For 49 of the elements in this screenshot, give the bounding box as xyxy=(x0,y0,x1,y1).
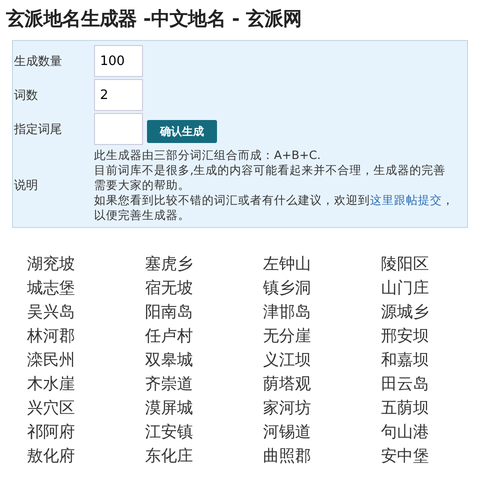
page-title: 玄派地名生成器 -中文地名 - 玄派网 xyxy=(6,7,303,32)
place-name: 木水崖 xyxy=(27,374,76,394)
place-name: 林河郡 xyxy=(27,326,76,346)
input-field[interactable] xyxy=(94,113,143,145)
place-name: 左钟山 xyxy=(263,254,312,274)
place-name: 源城乡 xyxy=(381,302,430,322)
place-name: 吴兴岛 xyxy=(27,302,76,322)
input-field[interactable]: 2 xyxy=(94,79,143,111)
place-name: 任卢村 xyxy=(145,326,194,346)
field-label: 词数 xyxy=(13,86,39,104)
place-name: 阳南岛 xyxy=(145,302,194,322)
place-name: 邢安坝 xyxy=(381,326,430,346)
place-name: 漠屏城 xyxy=(145,398,194,418)
place-name: 义江坝 xyxy=(263,350,312,370)
place-name: 句山港 xyxy=(381,422,430,442)
place-name: 家河坊 xyxy=(263,398,312,418)
field-label: 生成数量 xyxy=(13,52,63,70)
reply-link[interactable]: 这里跟帖提交 xyxy=(370,193,442,207)
place-name: 滦民州 xyxy=(27,350,76,370)
place-name: 五荫坝 xyxy=(381,398,430,418)
place-name: 和嘉坝 xyxy=(381,350,430,370)
note-text: 如果您看到比较不错的词汇或者有什么建议，欢迎到这里跟帖提交，以便完善生成器。 xyxy=(94,193,454,223)
place-name: 齐崇道 xyxy=(145,374,194,394)
place-name: 荫塔观 xyxy=(263,374,312,394)
place-name: 田云岛 xyxy=(381,374,430,394)
input-field[interactable]: 100 xyxy=(94,45,143,77)
place-name: 东化庄 xyxy=(145,446,194,466)
place-name: 宿无坡 xyxy=(145,278,194,298)
note-text: 此生成器由三部分词汇组合而成：A+B+C. xyxy=(94,148,322,163)
place-name: 曲照郡 xyxy=(263,446,312,466)
place-name: 祁阿府 xyxy=(27,422,76,442)
place-name: 河锡道 xyxy=(263,422,312,442)
place-name: 陵阳区 xyxy=(381,254,430,274)
place-name: 津邯岛 xyxy=(263,302,312,322)
place-name: 塞虎乡 xyxy=(145,254,194,274)
place-name: 双皋城 xyxy=(145,350,194,370)
generate-button[interactable]: 确认生成 xyxy=(147,120,217,142)
note-text: 目前词库不是很多,生成的内容可能看起来并不合理，生成器的完善需要大家的帮助。 xyxy=(94,163,447,193)
place-name: 城志堡 xyxy=(27,278,76,298)
place-name: 无分崖 xyxy=(263,326,312,346)
place-name: 安中堡 xyxy=(381,446,430,466)
place-name: 湖兖坡 xyxy=(27,254,76,274)
place-name: 敖化府 xyxy=(27,446,76,466)
field-label: 说明 xyxy=(13,177,39,194)
place-name: 镇乡洞 xyxy=(263,278,312,298)
field-label: 指定词尾 xyxy=(13,120,63,138)
place-name: 兴穴区 xyxy=(27,398,76,418)
place-name: 江安镇 xyxy=(145,422,194,442)
place-name: 山门庄 xyxy=(381,278,430,298)
